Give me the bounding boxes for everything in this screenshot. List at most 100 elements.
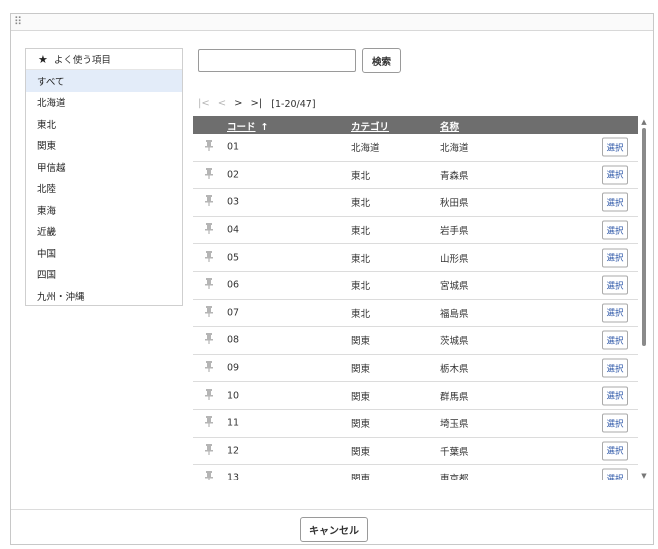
last-page-icon[interactable]: >| [251, 97, 263, 111]
table-row[interactable]: 09 関東 栃木県 選択 [193, 355, 638, 383]
favorites-item[interactable]: ★ よく使う項目 [26, 49, 182, 70]
category-item[interactable]: 九州・沖縄 [26, 285, 182, 307]
pin-icon[interactable] [205, 416, 213, 430]
table-row[interactable]: 01 北海道 北海道 選択 [193, 134, 638, 162]
pin-icon[interactable] [205, 388, 213, 403]
cell-code: 04 [227, 224, 240, 236]
cell-code: 08 [227, 334, 240, 346]
pin-icon[interactable] [205, 223, 213, 237]
select-button[interactable]: 選択 [602, 192, 628, 212]
category-list: ★ よく使う項目 すべて 北海道 東北 関東 甲信越 北陸 東海 近畿 中国 四国 九州・沖縄 [25, 48, 183, 306]
selection-dialog: ⠿ ★ よく使う項目 すべて 北海道 東北 関東 甲信越 北陸 東海 近畿 中国 四国 九州・沖縄 … [10, 13, 654, 545]
scroll-down-icon[interactable]: ▼ [639, 472, 649, 480]
select-button[interactable]: 選択 [602, 330, 628, 350]
footer-divider [11, 509, 653, 510]
table-row[interactable]: 02 東北 青森県 選択 [193, 162, 638, 190]
column-header-code[interactable]: コード ↑ [227, 119, 268, 133]
select-button[interactable]: 選択 [602, 386, 628, 406]
column-header-category[interactable]: カテゴリ [351, 119, 389, 133]
cell-code: 07 [227, 307, 240, 319]
cell-category: 関東 [351, 391, 371, 403]
cell-category: 関東 [351, 474, 371, 480]
pin-icon[interactable] [205, 140, 213, 154]
cell-code: 13 [227, 472, 240, 480]
select-button[interactable]: 選択 [602, 303, 628, 323]
select-button[interactable]: 選択 [602, 220, 628, 240]
category-item[interactable]: 東海 [26, 199, 182, 221]
table-row[interactable]: 11 関東 埼玉県 選択 [193, 410, 638, 438]
pin-icon[interactable] [205, 278, 213, 292]
search-input[interactable] [198, 49, 356, 72]
cell-name: 栃木県 [440, 364, 469, 376]
select-button[interactable]: 選択 [602, 165, 628, 185]
pin-icon[interactable] [205, 250, 213, 265]
results-grid: コード ↑ カテゴリ 名称 01 北海道 北海道 選択 02 東北 青森県 選択 03 東北 秋田県選… [193, 116, 638, 480]
category-item[interactable]: すべて [26, 70, 182, 92]
pin-icon[interactable] [205, 361, 213, 375]
grid-header: コード ↑ カテゴリ 名称 [193, 116, 638, 134]
cell-category: 関東 [351, 419, 371, 431]
cell-name: 岩手県 [440, 226, 469, 238]
cell-code: 11 [227, 417, 240, 429]
select-button[interactable]: 選択 [602, 137, 628, 157]
category-item[interactable]: 中国 [26, 242, 182, 264]
pin-icon[interactable] [205, 333, 213, 347]
search-button[interactable]: 検索 [362, 48, 401, 73]
cell-code: 01 [227, 141, 240, 153]
table-row[interactable]: 04 東北 岩手県 選択 [193, 217, 638, 245]
scroll-up-icon[interactable]: ▲ [639, 118, 649, 126]
cell-name: 埼玉県 [440, 419, 469, 431]
category-item[interactable]: 甲信越 [26, 156, 182, 178]
select-button[interactable]: 選択 [602, 358, 628, 378]
cell-category: 東北 [351, 253, 371, 265]
cell-name: 茨城県 [440, 336, 469, 348]
table-row[interactable]: 06 東北 宮城県 選択 [193, 272, 638, 300]
table-row[interactable]: 08 関東 茨城県 選択 [193, 327, 638, 355]
next-page-icon[interactable]: > [234, 97, 242, 111]
table-row[interactable]: 13 関東 東京都 選択 [193, 465, 638, 480]
cell-code: 05 [227, 252, 240, 264]
cell-code: 10 [227, 390, 240, 402]
table-row[interactable]: 12 関東 千葉県 選択 [193, 438, 638, 466]
cell-code: 12 [227, 445, 240, 457]
table-row[interactable]: 07 東北 福島県 選択 [193, 300, 638, 328]
prev-page-icon[interactable]: < [218, 97, 226, 111]
drag-handle-icon[interactable]: ⠿ [14, 15, 22, 29]
dialog-title-bar[interactable]: ⠿ [11, 14, 653, 31]
category-item[interactable]: 北陸 [26, 178, 182, 200]
cell-name: 東京都 [440, 474, 469, 480]
cell-name: 青森県 [440, 170, 469, 182]
grid-body: 01 北海道 北海道 選択 02 東北 青森県 選択 03 東北 秋田県 選択 04 東北 岩手県 選択 05 東… [193, 134, 638, 480]
table-row[interactable]: 03 東北 秋田県 選択 [193, 189, 638, 217]
pin-icon[interactable] [205, 471, 213, 480]
select-button[interactable]: 選択 [602, 413, 628, 433]
select-button[interactable]: 選択 [602, 468, 628, 480]
page-range: [1-20/47] [271, 98, 316, 110]
scroll-thumb[interactable] [642, 128, 646, 346]
column-header-name[interactable]: 名称 [440, 119, 459, 133]
pin-icon[interactable] [205, 167, 213, 182]
pager: |< < > >| [1-20/47] [198, 97, 316, 111]
cell-category: 東北 [351, 198, 371, 210]
select-button[interactable]: 選択 [602, 275, 628, 295]
category-item[interactable]: 東北 [26, 113, 182, 135]
first-page-icon[interactable]: |< [198, 97, 210, 111]
table-row[interactable]: 05 東北 山形県 選択 [193, 244, 638, 272]
cell-category: 関東 [351, 364, 371, 376]
select-button[interactable]: 選択 [602, 441, 628, 461]
cancel-button[interactable]: キャンセル [300, 517, 368, 542]
cell-name: 群馬県 [440, 391, 469, 403]
pin-icon[interactable] [205, 305, 213, 320]
select-button[interactable]: 選択 [602, 248, 628, 268]
grid-scrollbar[interactable]: ▲ ▼ [639, 116, 649, 480]
pin-icon[interactable] [205, 443, 213, 458]
cell-name: 宮城県 [440, 281, 469, 293]
cell-name: 福島県 [440, 308, 469, 320]
category-item[interactable]: 近畿 [26, 221, 182, 243]
category-item[interactable]: 北海道 [26, 92, 182, 114]
category-item[interactable]: 関東 [26, 135, 182, 157]
table-row[interactable]: 10 関東 群馬県 選択 [193, 382, 638, 410]
cell-name: 千葉県 [440, 446, 469, 458]
category-item[interactable]: 四国 [26, 264, 182, 286]
pin-icon[interactable] [205, 195, 213, 209]
